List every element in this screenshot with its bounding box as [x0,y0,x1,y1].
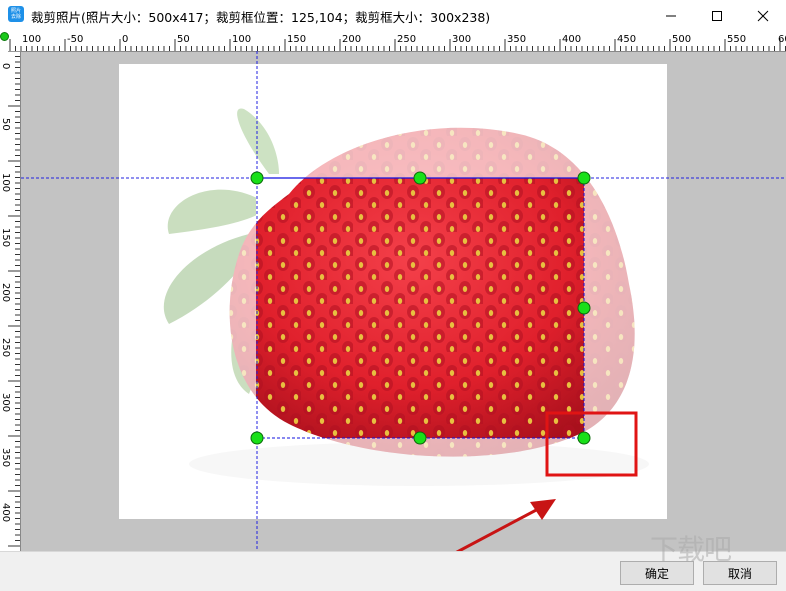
top-ruler-label: 200 [342,34,361,45]
maximize-icon [712,10,722,21]
left-ruler-label: 400 [0,503,11,522]
left-ruler-label: 150 [0,228,11,247]
left-ruler-scale: 0 50 100 150 200 250 300 350 400 [0,51,20,547]
minimize-icon [666,15,676,16]
top-ruler-label: 150 [287,34,306,45]
top-ruler-label: 250 [397,34,416,45]
window-title: 裁剪照片(照片大小：500x417；裁剪框位置：125,104；裁剪框大小：30… [31,10,491,25]
ruler-origin-marker [0,32,9,41]
title-bar: 照片 去除 裁剪照片(照片大小：500x417；裁剪框位置：125,104；裁剪… [0,0,786,31]
strawberry-photo [119,64,667,519]
left-ruler: 0 50 100 150 200 250 300 350 400 [0,51,21,551]
top-ruler-label: 100 [232,34,251,45]
left-ruler-label: 300 [0,393,11,412]
top-ruler-scale: 100 -50 0 50 100 150 200 250 300 350 400 450 500 550 6… [9,34,786,51]
top-ruler-label: 100 [22,34,41,45]
top-ruler-label: 600 [778,34,786,45]
close-icon [757,10,769,21]
left-ruler-label: 250 [0,338,11,357]
app-icon: 照片 去除 [8,6,24,22]
crop-canvas[interactable] [21,52,786,551]
minimize-button[interactable] [648,0,694,31]
left-ruler-label: 0 [0,63,11,69]
watermark-logo: 下载吧 [650,533,732,566]
top-ruler-label: 300 [452,34,471,45]
app-icon-text-bottom: 去除 [10,14,21,20]
maximize-button[interactable] [694,0,740,31]
top-ruler-label: 450 [617,34,636,45]
left-ruler-label: 100 [0,173,11,192]
left-ruler-label: 350 [0,448,11,467]
top-ruler-label: 500 [672,34,691,45]
left-ruler-label: 50 [0,118,11,131]
top-ruler-label: -50 [67,34,83,45]
top-ruler-label: 0 [122,34,128,45]
close-button[interactable] [740,0,786,31]
top-ruler-label: 350 [507,34,526,45]
top-ruler-label: 400 [562,34,581,45]
left-ruler-label: 200 [0,283,11,302]
top-ruler-label: 550 [727,34,746,45]
top-ruler: 100 -50 0 50 100 150 200 250 300 350 400 450 500 550 6… [0,31,786,52]
top-ruler-label: 50 [177,34,190,45]
